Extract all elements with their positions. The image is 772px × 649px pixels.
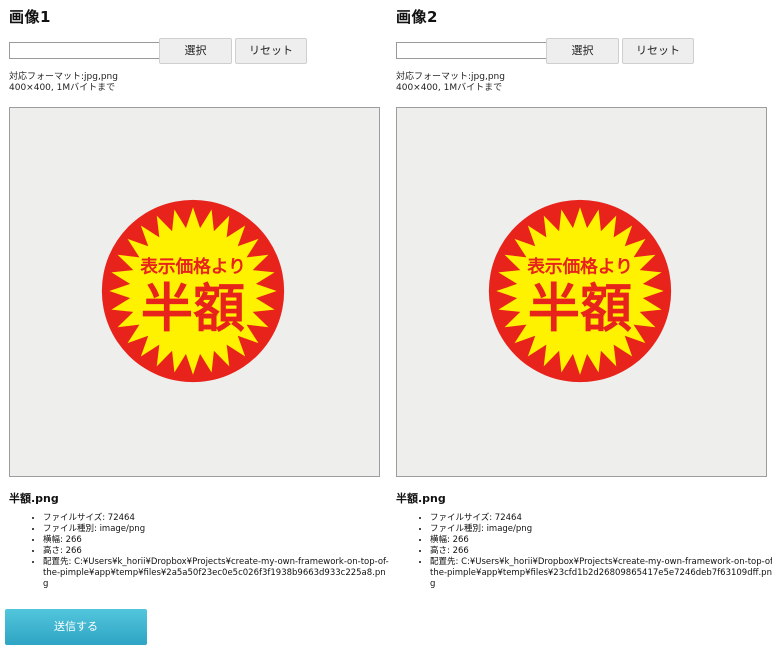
sticker-top-text: 表示価格より: [140, 255, 246, 277]
image-preview: 表示価格より 半額: [396, 107, 767, 477]
info-location: 配置先: C:¥Users¥k_horii¥Dropbox¥Projects¥c…: [43, 557, 389, 590]
select-button[interactable]: 選択: [546, 38, 619, 64]
reset-button[interactable]: リセット: [622, 38, 694, 64]
file-name: 半額.png: [9, 492, 59, 505]
sticker-top-text: 表示価格より: [527, 255, 633, 277]
info-width: 横幅: 266: [430, 535, 772, 546]
select-button[interactable]: 選択: [159, 38, 232, 64]
half-price-sticker-image: 表示価格より 半額: [488, 199, 672, 383]
reset-button[interactable]: リセット: [235, 38, 307, 64]
panel-title: 画像2: [396, 8, 438, 26]
upload-form: 画像1 選択 リセット 対応フォーマット:jpg,png 400×400, 1M…: [0, 0, 772, 649]
file-info-list: ファイルサイズ: 72464 ファイル種別: image/png 横幅: 266…: [408, 513, 772, 590]
format-line-1: 対応フォーマット:jpg,png: [396, 72, 505, 82]
info-height: 高さ: 266: [430, 546, 772, 557]
info-location: 配置先: C:¥Users¥k_horii¥Dropbox¥Projects¥c…: [430, 557, 772, 590]
format-note: 対応フォーマット:jpg,png 400×400, 1Mバイトまで: [9, 72, 118, 94]
sticker-main-text: 半額: [528, 279, 632, 339]
sticker-main-text: 半額: [141, 279, 245, 339]
info-file-type: ファイル種別: image/png: [43, 524, 389, 535]
info-file-size: ファイルサイズ: 72464: [43, 513, 389, 524]
half-price-sticker-image: 表示価格より 半額: [101, 199, 285, 383]
info-height: 高さ: 266: [43, 546, 389, 557]
image-preview: 表示価格より 半額: [9, 107, 380, 477]
format-line-2: 400×400, 1Mバイトまで: [396, 83, 503, 93]
format-note: 対応フォーマット:jpg,png 400×400, 1Mバイトまで: [396, 72, 505, 94]
file-path-input[interactable]: [396, 42, 548, 59]
file-info-list: ファイルサイズ: 72464 ファイル種別: image/png 横幅: 266…: [21, 513, 389, 590]
info-file-type: ファイル種別: image/png: [430, 524, 772, 535]
panel-title: 画像1: [9, 8, 51, 26]
file-path-input[interactable]: [9, 42, 161, 59]
info-file-size: ファイルサイズ: 72464: [430, 513, 772, 524]
format-line-1: 対応フォーマット:jpg,png: [9, 72, 118, 82]
submit-button[interactable]: 送信する: [5, 609, 147, 645]
file-name: 半額.png: [396, 492, 446, 505]
info-width: 横幅: 266: [43, 535, 389, 546]
format-line-2: 400×400, 1Mバイトまで: [9, 83, 116, 93]
